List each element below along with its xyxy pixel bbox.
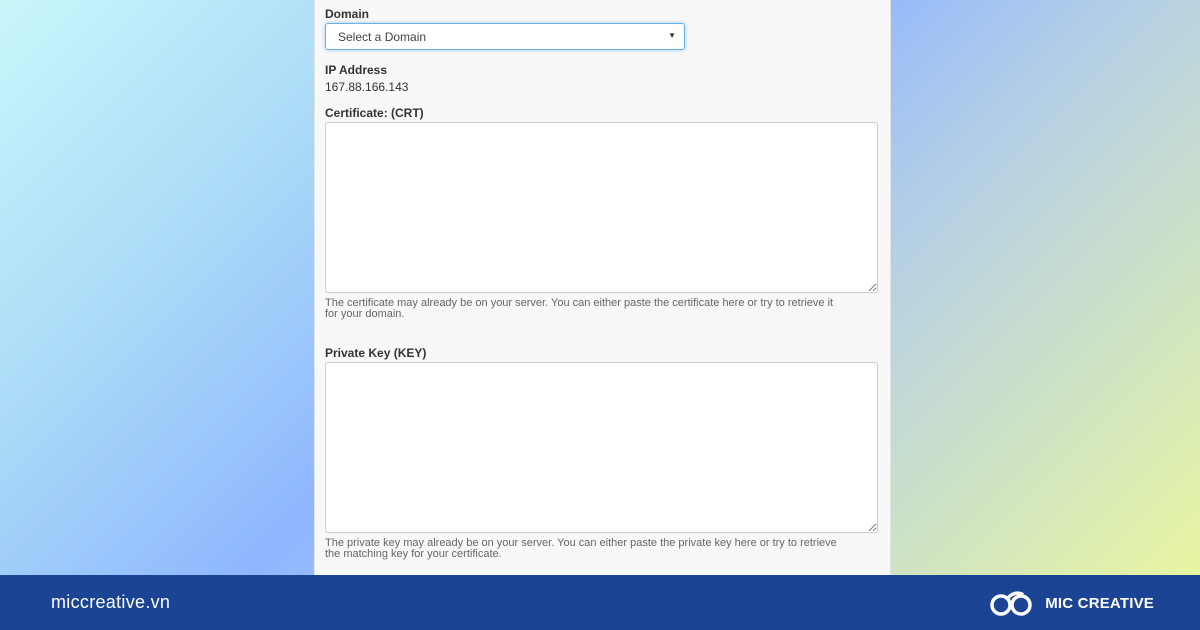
ssl-install-form: Domain Select a Domain ▼ IP Address 167.… [314, 0, 891, 575]
certificate-textarea[interactable] [325, 122, 878, 293]
private-key-help-text: The private key may already be on your s… [325, 538, 880, 560]
private-key-help-line: the matching key for your certificate. [325, 548, 502, 560]
infinity-logo-icon [990, 591, 1032, 616]
ip-address-label: IP Address [325, 63, 388, 77]
brand-logo: MIC CREATIVE [988, 587, 1154, 619]
domain-select-value: Select a Domain [338, 30, 427, 44]
certificate-help-line: for your domain. [325, 308, 405, 320]
certificate-help-text: The certificate may already be on your s… [325, 298, 880, 320]
private-key-label: Private Key (KEY) [325, 346, 427, 360]
domain-select[interactable]: Select a Domain ▼ [325, 23, 685, 50]
certificate-help-line: The certificate may already be on your s… [325, 297, 834, 309]
certificate-label: Certificate: (CRT) [325, 106, 424, 120]
chevron-down-icon: ▼ [668, 31, 676, 40]
ip-address-value: 167.88.166.143 [325, 80, 409, 94]
domain-label: Domain [325, 7, 370, 21]
private-key-textarea[interactable] [325, 362, 878, 533]
footer-bar: miccreative.vn MIC CREATIVE [0, 575, 1200, 630]
brand-name: MIC CREATIVE [1045, 594, 1154, 612]
site-url[interactable]: miccreative.vn [51, 592, 170, 613]
